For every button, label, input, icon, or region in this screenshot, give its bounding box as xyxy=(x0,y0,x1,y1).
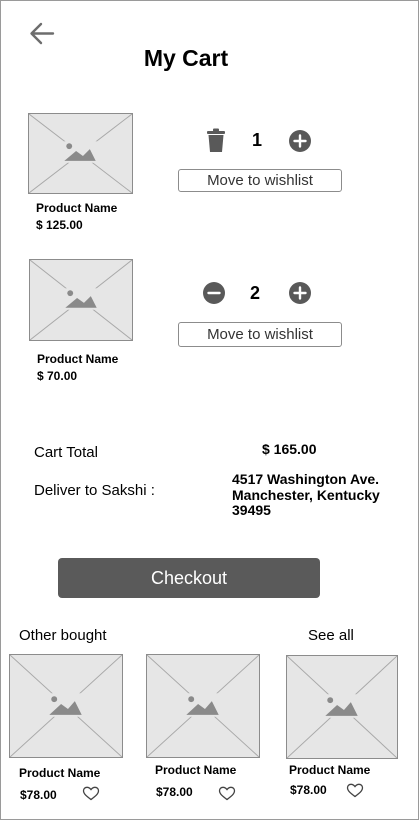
move-to-wishlist-button[interactable]: Move to wishlist xyxy=(178,322,342,347)
product-price: $78.00 xyxy=(156,785,193,799)
decrease-quantity-button[interactable] xyxy=(203,282,225,304)
heart-icon xyxy=(346,783,364,798)
delivery-address: 4517 Washington Ave. Manchester, Kentuck… xyxy=(232,471,380,519)
product-price: $ 70.00 xyxy=(37,369,78,383)
product-image-placeholder xyxy=(28,113,133,194)
address-line: 4517 Washington Ave. xyxy=(232,471,380,487)
increase-quantity-button[interactable] xyxy=(289,130,311,152)
image-placeholder-icon xyxy=(10,655,122,757)
minus-icon xyxy=(207,291,221,295)
wishlist-heart-button[interactable] xyxy=(218,786,236,801)
image-placeholder-icon xyxy=(287,656,397,758)
product-image-placeholder[interactable] xyxy=(146,654,260,758)
see-all-link[interactable]: See all xyxy=(308,627,354,644)
heart-icon xyxy=(82,786,100,801)
product-name: Product Name xyxy=(155,763,237,777)
address-line: 39495 xyxy=(232,502,271,518)
product-price: $ 125.00 xyxy=(36,218,83,232)
image-placeholder-icon xyxy=(30,260,132,340)
cart-total-label: Cart Total xyxy=(34,444,98,461)
page-title: My Cart xyxy=(143,45,229,71)
increase-quantity-button[interactable] xyxy=(289,282,311,304)
other-bought-title: Other bought xyxy=(19,627,107,644)
checkout-button[interactable]: Checkout xyxy=(58,558,320,598)
product-name: Product Name xyxy=(36,201,118,215)
wishlist-heart-button[interactable] xyxy=(346,783,364,798)
product-name: Product Name xyxy=(37,352,119,366)
image-placeholder-icon xyxy=(147,655,259,757)
back-button[interactable] xyxy=(27,20,57,48)
quantity-value: 1 xyxy=(251,130,262,150)
quantity-value: 2 xyxy=(249,283,260,303)
product-image-placeholder[interactable] xyxy=(9,654,123,758)
trash-icon xyxy=(207,128,225,152)
deliver-to-label: Deliver to Sakshi : xyxy=(34,482,155,499)
arrow-left-icon xyxy=(30,22,55,45)
move-to-wishlist-button[interactable]: Move to wishlist xyxy=(178,169,342,192)
heart-icon xyxy=(218,786,236,801)
product-price: $78.00 xyxy=(290,783,327,797)
delete-button[interactable] xyxy=(205,128,227,153)
product-price: $78.00 xyxy=(20,788,57,802)
cart-total-value: $ 165.00 xyxy=(262,441,317,457)
image-placeholder-icon xyxy=(29,114,132,193)
product-name: Product Name xyxy=(19,766,101,780)
plus-icon xyxy=(293,134,307,148)
product-name: Product Name xyxy=(289,763,371,777)
plus-icon xyxy=(293,286,307,300)
product-image-placeholder[interactable] xyxy=(286,655,398,759)
product-image-placeholder xyxy=(29,259,133,341)
wishlist-heart-button[interactable] xyxy=(82,786,100,801)
address-line: Manchester, Kentucky xyxy=(232,486,380,503)
